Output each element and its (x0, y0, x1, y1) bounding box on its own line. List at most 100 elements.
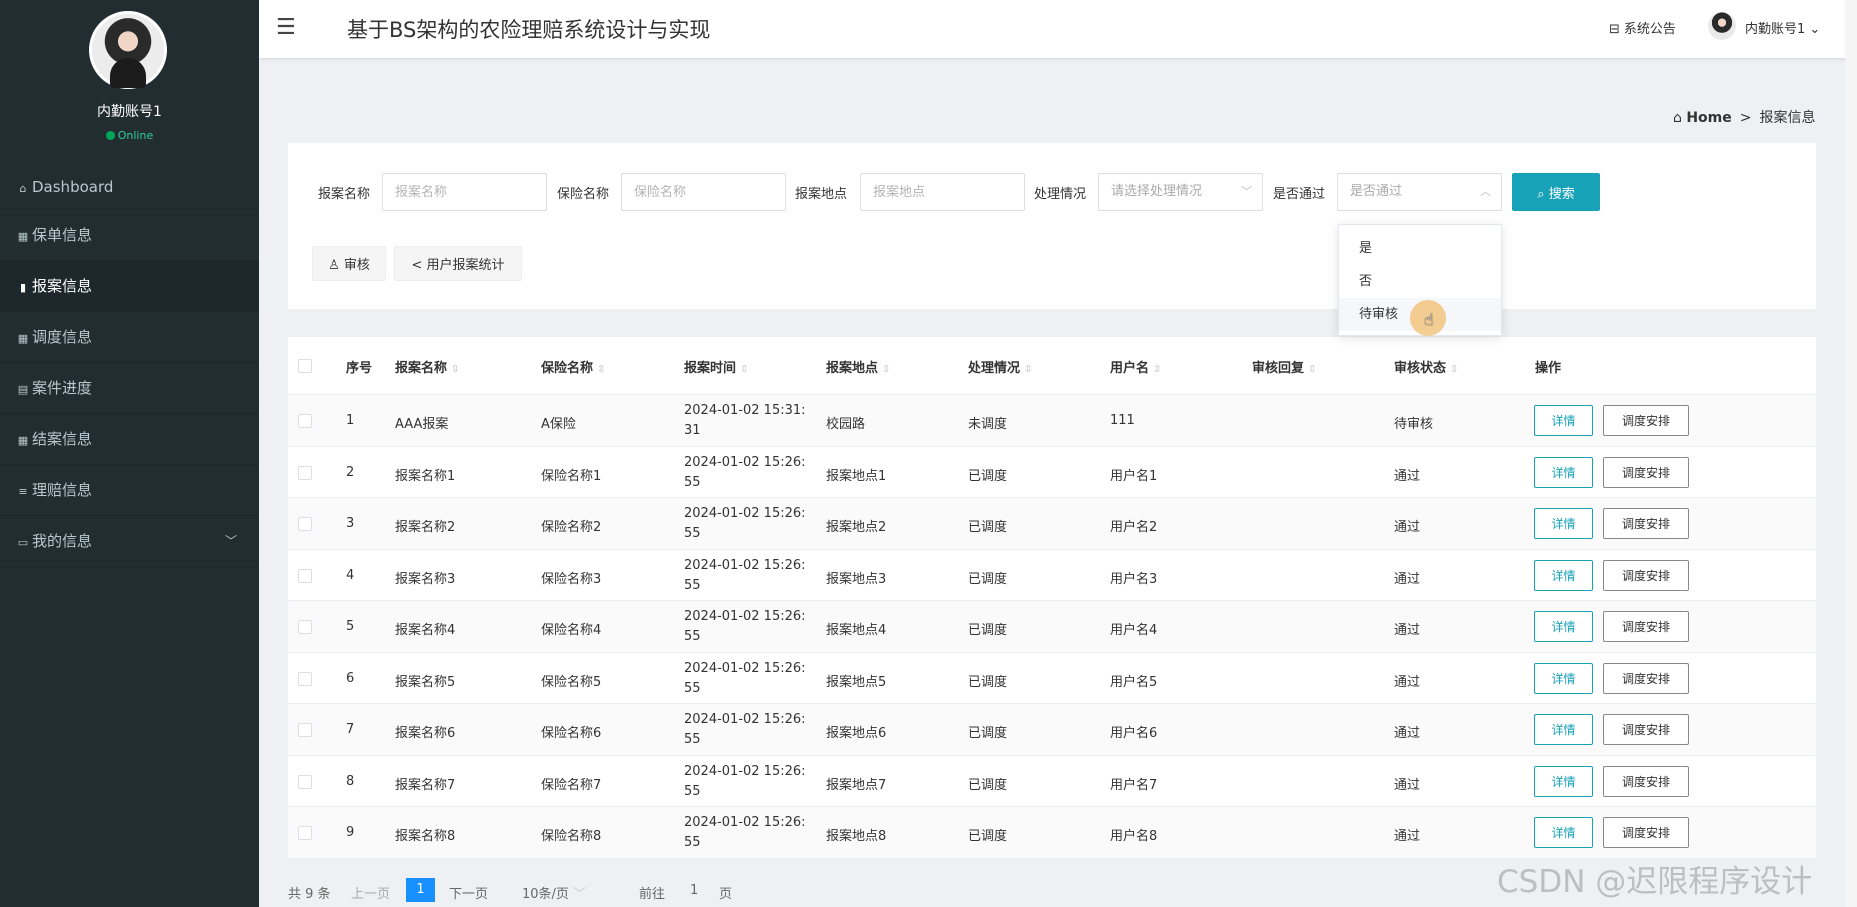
scrollbar[interactable] (1845, 0, 1857, 907)
detail-button[interactable]: 详情 (1534, 508, 1593, 539)
cell-insurance: 保险名称5 (541, 674, 602, 690)
dispatch-button[interactable]: 调度安排 (1603, 662, 1689, 694)
sidebar-item-dashboard[interactable]: ⌂ Dashboard (0, 164, 259, 210)
row-checkbox[interactable] (298, 774, 312, 789)
col-report-time[interactable]: 报案时间 ⇳ (684, 357, 748, 376)
col-status[interactable]: 审核状态 ⇳ (1394, 357, 1458, 376)
cell-insurance: 保险名称1 (541, 468, 602, 484)
sidebar-item-progress[interactable]: ▤ 案件进度 (0, 363, 259, 414)
sidebar-item-closing[interactable]: ▦ 结案信息 (0, 414, 259, 465)
dispatch-button[interactable]: 调度安排 (1603, 456, 1689, 488)
header-user-menu[interactable]: 内勤账号1 ⌄ (1745, 18, 1820, 37)
cell-time: 2024-01-02 15:26:55 (684, 712, 806, 747)
sidebar-item-claims[interactable]: ≡ 理赔信息 (0, 465, 259, 516)
page-1-button[interactable]: 1 (406, 878, 435, 902)
col-handling[interactable]: 处理情况 ⇳ (968, 357, 1032, 376)
detail-button[interactable]: 详情 (1534, 817, 1593, 848)
col-user[interactable]: 用户名 ⇳ (1110, 357, 1161, 376)
sidebar-item-report[interactable]: ▮ 报案信息 (0, 261, 259, 312)
row-checkbox[interactable] (298, 620, 312, 634)
dispatch-button[interactable]: 调度安排 (1603, 817, 1689, 848)
cell-user: 用户名3 (1110, 571, 1158, 587)
breadcrumb-home[interactable]: Home (1686, 110, 1731, 126)
label-handling: 处理情况 (1034, 187, 1087, 202)
cell-user: 用户名6 (1110, 726, 1158, 741)
page-size-select[interactable]: 10条/页 ﹀ (522, 883, 586, 902)
cell-handling: 已调度 (968, 571, 1008, 587)
share-icon: < (411, 258, 423, 273)
col-report-place[interactable]: 报案地点 ⇳ (826, 357, 890, 376)
dispatch-button[interactable]: 调度安排 (1603, 765, 1689, 797)
pagination-total: 共 9 条 (288, 887, 331, 902)
row-checkbox[interactable] (298, 723, 312, 737)
dispatch-button[interactable]: 调度安排 (1603, 611, 1689, 642)
option-yes[interactable]: 是 (1339, 232, 1501, 265)
cell-insurance: 保险名称3 (541, 571, 602, 587)
report-place-input[interactable] (860, 173, 1025, 211)
detail-button[interactable]: 详情 (1534, 559, 1593, 591)
dispatch-button[interactable]: 调度安排 (1603, 559, 1689, 591)
caret-down-icon: ⌄ (1809, 22, 1821, 37)
cell-handling: 已调度 (968, 468, 1008, 484)
cell-place: 校园路 (826, 417, 866, 432)
col-report-name[interactable]: 报案名称 ⇳ (395, 357, 459, 376)
cell-user: 111 (1110, 413, 1135, 428)
app-title: 基于BS架构的农险理赔系统设计与实现 (347, 18, 711, 42)
detail-button[interactable]: 详情 (1534, 456, 1593, 488)
home-icon: ⌂ (19, 182, 27, 195)
table-row: 2 报案名称1 保险名称1 2024-01-02 15:26:55 报案地点1 已调度 用户… (288, 447, 1816, 498)
sidebar: 内勤账号1 Online ⌂ Dashboard ▦ 保单信息 ▮ 报案信息 ▦ 调度信… (0, 0, 259, 907)
cell-user: 用户名7 (1110, 777, 1158, 793)
audit-button[interactable]: ♙ 审核 (312, 246, 386, 281)
handling-select[interactable]: 请选择处理情况 ﹀ (1098, 173, 1263, 211)
sidebar-item-my-info[interactable]: ▭ 我的信息 ﹀ (0, 516, 259, 567)
cell-place: 报案地点5 (826, 674, 887, 690)
report-name-input[interactable] (382, 173, 547, 211)
cell-place: 报案地点7 (826, 777, 887, 793)
header-avatar[interactable] (1708, 12, 1736, 40)
cell-time: 2024-01-02 15:26:55 (684, 815, 806, 850)
approved-select[interactable]: 是否通过 ︿ (1337, 173, 1502, 211)
row-checkbox[interactable] (298, 414, 312, 428)
col-insurance-name[interactable]: 保险名称 ⇳ (541, 357, 605, 376)
hand-pointer-icon: ☝ (1424, 310, 1434, 329)
cell-no: 7 (346, 722, 355, 737)
report-stats-button[interactable]: < 用户报案统计 (394, 246, 522, 281)
search-button[interactable]: ⌕ 搜索 (1512, 173, 1600, 211)
sidebar-item-policy[interactable]: ▦ 保单信息 (0, 210, 259, 261)
detail-button[interactable]: 详情 (1534, 611, 1593, 642)
person-icon: ♙ (328, 258, 340, 273)
sidebar-item-dispatch[interactable]: ▦ 调度信息 (0, 312, 259, 363)
select-all-checkbox[interactable] (298, 359, 312, 373)
detail-button[interactable]: 详情 (1534, 714, 1593, 745)
next-page-button[interactable]: 下一页 (449, 883, 488, 902)
insurance-name-input[interactable] (621, 173, 786, 211)
dispatch-button[interactable]: 调度安排 (1603, 714, 1689, 745)
row-checkbox[interactable] (298, 671, 312, 686)
cell-status: 通过 (1394, 674, 1421, 690)
notice-link[interactable]: ⊟ 系统公告 (1609, 18, 1676, 37)
cell-insurance: 保险名称4 (541, 623, 602, 638)
goto-page-input[interactable]: 1 (690, 883, 698, 898)
prev-page-button[interactable]: 上一页 (351, 883, 390, 902)
detail-button[interactable]: 详情 (1534, 405, 1593, 436)
cell-name: 报案名称8 (395, 829, 456, 844)
detail-button[interactable]: 详情 (1534, 662, 1593, 694)
menu-toggle-icon[interactable]: ☰ (276, 15, 296, 40)
row-checkbox[interactable] (298, 465, 312, 480)
breadcrumb: ⌂ Home > 报案信息 (1673, 110, 1816, 126)
cell-handling: 已调度 (968, 777, 1008, 793)
col-reply[interactable]: 审核回复 ⇳ (1252, 357, 1316, 376)
option-no[interactable]: 否 (1339, 265, 1501, 298)
row-checkbox[interactable] (298, 517, 312, 531)
chevron-down-icon: ﹀ (1241, 185, 1252, 198)
cell-time: 2024-01-02 15:26:55 (684, 506, 806, 541)
dispatch-button[interactable]: 调度安排 (1603, 405, 1689, 436)
table-row: 6 报案名称5 保险名称5 2024-01-02 15:26:55 报案地点5 已调度 用户… (288, 653, 1816, 704)
cell-time: 2024-01-02 15:26:55 (684, 454, 806, 490)
dispatch-button[interactable]: 调度安排 (1603, 508, 1689, 539)
grid-icon: ▦ (17, 230, 29, 243)
row-checkbox[interactable] (298, 568, 312, 583)
detail-button[interactable]: 详情 (1534, 765, 1593, 797)
row-checkbox[interactable] (298, 826, 312, 840)
